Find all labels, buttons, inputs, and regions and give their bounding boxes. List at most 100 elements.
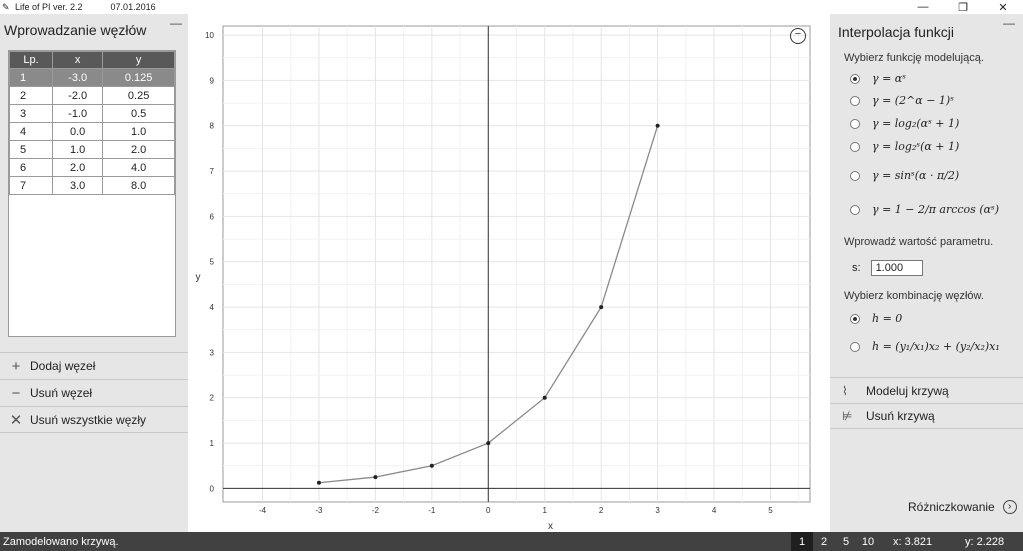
data-point xyxy=(542,395,547,400)
y-tick-label: 3 xyxy=(210,348,215,357)
data-point xyxy=(486,441,491,446)
status-bar: Zamodelowano krzywą. 1 2 5 10 x: 3.821 y… xyxy=(0,532,1023,551)
cell-x[interactable]: -1.0 xyxy=(52,104,104,123)
table-row[interactable]: 7 3.0 8.0 xyxy=(8,176,175,195)
cell-x[interactable]: -3.0 xyxy=(52,68,104,87)
table-row[interactable]: 3 -1.0 0.5 xyxy=(8,104,175,123)
y-tick-label: 10 xyxy=(205,31,214,40)
function-radio[interactable] xyxy=(850,118,860,129)
remove-all-nodes-button[interactable]: ✕ Usuń wszystkie węzły xyxy=(0,406,188,433)
table-row[interactable]: 5 1.0 2.0 xyxy=(8,140,175,159)
function-formula: γ = log₂(αˢ + 1) xyxy=(872,117,960,130)
page-button[interactable]: 2 xyxy=(813,532,835,551)
data-point xyxy=(373,475,378,480)
parameter-label: Wprowadź wartość parametru. xyxy=(844,236,994,248)
cell-x[interactable]: 1.0 xyxy=(52,140,104,159)
status-right: 1 2 5 10 x: 3.821 y: 2.228 xyxy=(791,532,1023,551)
nodes-table-header: Lp. x y xyxy=(8,51,175,69)
plot-area[interactable]: -4 -3 -2 -1 0 1 2 3 4 5 0 1 2 3 4 5 6 7 8 9 10 x y − xyxy=(188,14,830,532)
cell-lp: 2 xyxy=(8,86,54,105)
table-row[interactable]: 4 0.0 1.0 xyxy=(8,122,175,141)
remove-node-button[interactable]: − Usuń węzeł xyxy=(0,379,188,406)
cell-lp: 1 xyxy=(8,68,54,87)
interpolation-panel-collapse-button[interactable]: — xyxy=(1003,16,1015,30)
add-node-button[interactable]: + Dodaj węzeł xyxy=(0,352,188,379)
parameter-input[interactable]: 1.000 xyxy=(870,260,923,276)
function-formula: γ = sinˢ(α · π/2) xyxy=(872,169,960,182)
nodes-actions: + Dodaj węzeł − Usuń węzeł ✕ Usuń wszyst… xyxy=(0,352,188,433)
page-button[interactable]: 5 xyxy=(835,532,857,551)
y-tick-label: 8 xyxy=(210,122,215,131)
minimize-button[interactable]: — xyxy=(903,0,943,14)
data-point xyxy=(316,480,321,485)
page-button[interactable]: 1 xyxy=(791,532,813,551)
y-tick-label: 4 xyxy=(210,303,215,312)
function-radio[interactable] xyxy=(850,204,860,215)
x-coordinate-readout: x: 3.821 xyxy=(893,535,933,548)
cell-lp: 5 xyxy=(8,140,54,159)
cell-y[interactable]: 0.25 xyxy=(102,86,175,105)
zoom-out-icon[interactable]: − xyxy=(790,28,806,44)
function-option[interactable]: γ = αˢ xyxy=(850,72,906,85)
close-button[interactable]: ✕ xyxy=(983,0,1023,14)
interpolation-panel: Interpolacja funkcji — Wybierz funkcję m… xyxy=(830,14,1023,532)
x-tick-label: 0 xyxy=(486,506,491,515)
plus-icon: + xyxy=(11,357,21,375)
y-tick-label: 7 xyxy=(210,167,215,176)
combination-option[interactable]: h = 0 xyxy=(850,312,902,325)
nodes-table-container[interactable]: Lp. x y 1 -3.0 0.125 2 -2.0 0.25 3 -1.0 … xyxy=(8,50,176,337)
cell-x[interactable]: -2.0 xyxy=(52,86,104,105)
column-header-x[interactable]: x xyxy=(52,51,104,69)
data-point xyxy=(429,463,434,468)
combination-label: Wybierz kombinację węzłów. xyxy=(844,290,984,302)
function-option[interactable]: γ = (2^α − 1)ˢ xyxy=(850,94,954,107)
cell-y[interactable]: 0.125 xyxy=(102,68,175,87)
table-row[interactable]: 1 -3.0 0.125 xyxy=(8,68,175,87)
combination-formula: h = 0 xyxy=(872,312,903,325)
cell-y[interactable]: 0.5 xyxy=(102,104,175,123)
y-tick-label: 1 xyxy=(210,439,215,448)
x-tick-label: 3 xyxy=(655,506,660,515)
cell-x[interactable]: 0.0 xyxy=(52,122,104,141)
close-icon: ✕ xyxy=(9,411,23,429)
add-node-label: Dodaj węzeł xyxy=(30,359,96,373)
function-option[interactable]: γ = log₂(αˢ + 1) xyxy=(850,117,959,130)
plot-canvas[interactable]: -4 -3 -2 -1 0 1 2 3 4 5 0 1 2 3 4 5 6 7 8 9 10 x y xyxy=(188,14,830,532)
y-coordinate-readout: y: 2.228 xyxy=(965,535,1005,548)
function-option[interactable]: γ = log₂ˢ(α + 1) xyxy=(850,140,959,153)
function-radio[interactable] xyxy=(850,95,860,106)
cell-lp: 3 xyxy=(8,104,54,123)
x-tick-label: -4 xyxy=(259,506,267,515)
function-radio[interactable] xyxy=(850,141,860,152)
table-row[interactable]: 6 2.0 4.0 xyxy=(8,158,175,177)
differentiate-link[interactable]: Różniczkowanie › xyxy=(908,500,1017,514)
function-radio[interactable] xyxy=(850,170,860,181)
function-radio[interactable] xyxy=(850,73,860,84)
nodes-panel-collapse-button[interactable]: — xyxy=(170,16,182,30)
cell-x[interactable]: 2.0 xyxy=(52,158,104,177)
function-option[interactable]: γ = 1 − 2/π arccos (αˢ) xyxy=(850,203,999,216)
remove-curve-button[interactable]: ⊭ Usuń krzywą xyxy=(830,403,1023,429)
cell-y[interactable]: 4.0 xyxy=(102,158,175,177)
cell-x[interactable]: 3.0 xyxy=(52,176,104,195)
cell-lp: 7 xyxy=(8,176,54,195)
cell-y[interactable]: 8.0 xyxy=(102,176,175,195)
combination-option[interactable]: h = (y₁/x₁)x₂ + (y₂/x₂)x₁ xyxy=(850,340,1000,353)
status-message: Zamodelowano krzywą. xyxy=(3,535,119,548)
column-header-y[interactable]: y xyxy=(102,51,175,69)
y-tick-label: 2 xyxy=(210,394,215,403)
table-row[interactable]: 2 -2.0 0.25 xyxy=(8,86,175,105)
cell-y[interactable]: 1.0 xyxy=(102,122,175,141)
function-option[interactable]: γ = sinˢ(α · π/2) xyxy=(850,169,959,182)
cell-y[interactable]: 2.0 xyxy=(102,140,175,159)
combination-radio[interactable] xyxy=(850,341,860,352)
restore-button[interactable]: ❐ xyxy=(943,0,983,14)
page-button[interactable]: 10 xyxy=(857,532,879,551)
combination-radio[interactable] xyxy=(850,313,860,324)
data-point xyxy=(655,123,660,128)
column-header-lp[interactable]: Lp. xyxy=(8,51,54,69)
x-tick-label: -1 xyxy=(428,506,436,515)
data-point xyxy=(599,305,604,310)
arrow-right-icon: › xyxy=(1002,500,1017,514)
model-curve-button[interactable]: ⌇ Modeluj krzywą xyxy=(830,377,1023,403)
